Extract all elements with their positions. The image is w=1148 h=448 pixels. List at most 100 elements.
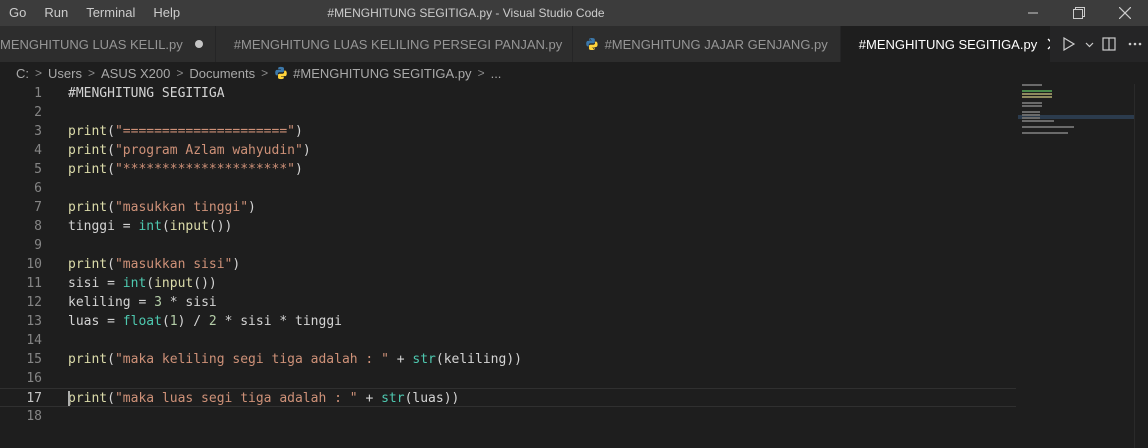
line-number: 14 bbox=[26, 333, 42, 348]
code-text: keliling = 3 * sisi bbox=[68, 295, 217, 310]
code-line: 13 luas = float(1) / 2 * sisi * tinggi bbox=[0, 312, 1016, 331]
tab-luas-kelil[interactable]: MENGHITUNG LUAS KELIL.py bbox=[0, 26, 216, 62]
code-text: print("masukkan sisi") bbox=[68, 257, 241, 272]
split-editor-icon bbox=[1102, 37, 1116, 51]
line-number: 7 bbox=[34, 200, 42, 215]
current-code-line: 17 print("maka luas segi tiga adalah : " … bbox=[0, 388, 1016, 407]
code-text: print("maka luas segi tiga adalah : " + … bbox=[68, 391, 460, 406]
minimap-line bbox=[1022, 96, 1052, 98]
more-icon bbox=[1128, 42, 1142, 46]
tab-bar: MENGHITUNG LUAS KELIL.py #MENGHITUNG LUA… bbox=[0, 26, 1148, 62]
restore-icon bbox=[1073, 7, 1085, 19]
minimap-line bbox=[1022, 84, 1042, 86]
minimize-icon bbox=[1028, 12, 1038, 14]
window-title: #MENGHITUNG SEGITIGA.py - Visual Studio … bbox=[327, 6, 605, 20]
line-number: 13 bbox=[26, 314, 42, 329]
text-cursor bbox=[68, 391, 70, 406]
minimize-button[interactable] bbox=[1010, 0, 1056, 26]
split-editor-button[interactable] bbox=[1096, 31, 1122, 57]
minimap-line bbox=[1022, 126, 1074, 128]
more-actions-button[interactable] bbox=[1122, 31, 1148, 57]
editor-actions bbox=[1050, 26, 1148, 62]
code-line: 5 print("*********************") bbox=[0, 160, 1016, 179]
window-controls bbox=[1010, 0, 1148, 26]
line-number: 2 bbox=[34, 105, 42, 120]
tab-label: MENGHITUNG LUAS KELIL.py bbox=[0, 36, 183, 52]
code-line: 3 print("=====================") bbox=[0, 122, 1016, 141]
line-number: 8 bbox=[34, 219, 42, 234]
python-icon bbox=[585, 37, 598, 51]
breadcrumb-file[interactable]: #MENGHITUNG SEGITIGA.py bbox=[293, 66, 471, 81]
python-icon bbox=[275, 66, 287, 80]
breadcrumb-user[interactable]: ASUS X200 bbox=[101, 66, 170, 81]
restore-button[interactable] bbox=[1056, 0, 1102, 26]
breadcrumb-drive[interactable]: C: bbox=[16, 66, 29, 81]
minimap-line bbox=[1022, 93, 1052, 95]
play-icon bbox=[1063, 37, 1076, 51]
minimap-line bbox=[1022, 102, 1042, 104]
code-line: 4 print("program Azlam wahyudin") bbox=[0, 141, 1016, 160]
code-line: 12 keliling = 3 * sisi bbox=[0, 293, 1016, 312]
close-icon bbox=[1119, 7, 1131, 19]
minimap[interactable] bbox=[1018, 84, 1134, 448]
line-number: 3 bbox=[34, 124, 42, 139]
minimap-line bbox=[1022, 90, 1052, 92]
code-text: #MENGHITUNG SEGITIGA bbox=[68, 86, 225, 101]
chevron-right-icon: > bbox=[176, 66, 184, 80]
tab-label: #MENGHITUNG SEGITIGA.py bbox=[858, 36, 1038, 52]
code-line: 18 bbox=[0, 407, 1016, 426]
code-line: 7 print("masukkan tinggi") bbox=[0, 198, 1016, 217]
unsaved-dot-icon bbox=[194, 40, 203, 48]
minimap-line bbox=[1022, 120, 1054, 122]
tab-label: #MENGHITUNG JAJAR GENJANG.py bbox=[604, 36, 828, 52]
line-number: 1 bbox=[34, 86, 42, 101]
minimap-line bbox=[1022, 111, 1040, 113]
line-number: 17 bbox=[26, 391, 42, 406]
code-text: tinggi = int(input()) bbox=[68, 219, 233, 234]
code-line: 11 sisi = int(input()) bbox=[0, 274, 1016, 293]
chevron-right-icon: > bbox=[35, 66, 43, 80]
line-number: 18 bbox=[26, 409, 42, 424]
code-text: print("=====================") bbox=[68, 124, 303, 139]
breadcrumb-symbols[interactable]: ... bbox=[491, 66, 502, 81]
run-button[interactable] bbox=[1056, 31, 1082, 57]
code-line: 6 bbox=[0, 179, 1016, 198]
code-line: 10 print("masukkan sisi") bbox=[0, 255, 1016, 274]
close-window-button[interactable] bbox=[1102, 0, 1148, 26]
line-number: 9 bbox=[34, 238, 42, 253]
tab-segitiga[interactable]: #MENGHITUNG SEGITIGA.py bbox=[840, 26, 1068, 62]
title-bar: Go Run Terminal Help #MENGHITUNG SEGITIG… bbox=[0, 0, 1148, 26]
breadcrumb-users[interactable]: Users bbox=[48, 66, 82, 81]
code-line: 15 print("maka keliling segi tiga adalah … bbox=[0, 350, 1016, 369]
breadcrumb-documents[interactable]: Documents bbox=[189, 66, 255, 81]
line-number: 11 bbox=[26, 276, 42, 291]
minimap-line bbox=[1022, 105, 1042, 107]
line-number: 12 bbox=[26, 295, 42, 310]
vertical-scrollbar[interactable] bbox=[1134, 84, 1148, 448]
code-text: print("masukkan tinggi") bbox=[68, 200, 256, 215]
line-number: 16 bbox=[26, 371, 42, 386]
chevron-right-icon: > bbox=[261, 66, 269, 80]
minimap-line bbox=[1022, 114, 1040, 116]
tab-persegi-panjang[interactable]: #MENGHITUNG LUAS KELILING PERSEGI PANJAN… bbox=[215, 26, 573, 62]
code-line: 8 tinggi = int(input()) bbox=[0, 217, 1016, 236]
code-line: 9 bbox=[0, 236, 1016, 255]
chevron-right-icon: > bbox=[87, 66, 95, 80]
run-dropdown-button[interactable] bbox=[1082, 31, 1096, 57]
tab-jajar-genjang[interactable]: #MENGHITUNG JAJAR GENJANG.py bbox=[572, 26, 841, 62]
code-text: print("maka keliling segi tiga adalah : … bbox=[68, 352, 522, 367]
tab-label: #MENGHITUNG LUAS KELILING PERSEGI PANJAN… bbox=[233, 36, 563, 52]
code-text: print("program Azlam wahyudin") bbox=[68, 143, 311, 158]
code-text: print("*********************") bbox=[68, 162, 303, 177]
code-line: 2 bbox=[0, 103, 1016, 122]
line-number: 10 bbox=[26, 257, 42, 272]
code-text: luas = float(1) / 2 * sisi * tinggi bbox=[68, 314, 342, 329]
breadcrumb: C: > Users > ASUS X200 > Documents > #ME… bbox=[0, 62, 1148, 84]
code-line: 16 bbox=[0, 369, 1016, 388]
line-number: 6 bbox=[34, 181, 42, 196]
minimap-line bbox=[1022, 132, 1068, 134]
code-line: 14 bbox=[0, 331, 1016, 350]
code-editor[interactable]: 1 #MENGHITUNG SEGITIGA 2 3 print("========… bbox=[0, 84, 1016, 448]
line-number: 5 bbox=[34, 162, 42, 177]
minimap-line bbox=[1022, 117, 1040, 119]
